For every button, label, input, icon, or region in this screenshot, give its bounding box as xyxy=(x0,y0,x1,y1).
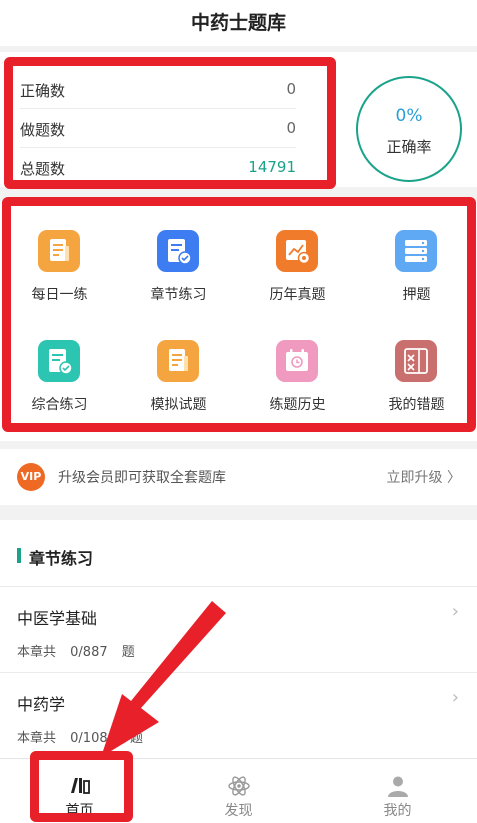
tab-discover[interactable]: 发现 xyxy=(159,759,318,823)
page-title: 中药士题库 xyxy=(190,12,286,34)
chevron-right-icon: › xyxy=(451,601,459,622)
annotation-box-home-tab xyxy=(30,751,133,822)
chapter-progress-unit: 题 xyxy=(121,645,135,660)
chapter-progress-count: 0/887 xyxy=(70,645,108,660)
profile-person-icon xyxy=(385,773,411,799)
app-header: 中药士题库 xyxy=(0,0,477,46)
chapter-progress-prefix: 本章共 xyxy=(17,645,57,660)
chapter-item[interactable]: 中医学基础 本章共 0/887 题 › xyxy=(0,586,477,673)
discover-atom-icon xyxy=(226,773,252,799)
tab-label: 发现 xyxy=(224,803,253,819)
chapter-practice-section: 章节练习 中医学基础 本章共 0/887 题 › 中药学 本章共 0/1088 … xyxy=(0,520,477,758)
annotation-box-grid xyxy=(2,197,476,432)
chapter-progress-unit: 题 xyxy=(130,731,144,746)
accuracy-circle: 0% 正确率 xyxy=(356,76,462,182)
chapter-progress: 本章共 0/1088 题 xyxy=(17,727,153,746)
upgrade-now-link[interactable]: 立即升级 〉 xyxy=(387,467,461,487)
accuracy-rate-label: 正确率 xyxy=(386,138,432,156)
section-title-text: 章节练习 xyxy=(29,549,94,568)
accuracy-rate-value: 0% xyxy=(395,106,423,126)
tab-label: 我的 xyxy=(383,803,412,819)
vip-badge-icon: VIP xyxy=(17,463,45,491)
chapter-progress-prefix: 本章共 xyxy=(17,731,57,746)
tab-profile[interactable]: 我的 xyxy=(318,759,477,823)
chapter-name: 中医学基础 xyxy=(17,609,98,628)
chapter-progress-count: 0/1088 xyxy=(70,731,116,746)
section-accent-bar xyxy=(17,548,21,563)
chapter-item[interactable]: 中药学 本章共 0/1088 题 › xyxy=(0,672,477,759)
vip-promo-text: 升级会员即可获取全套题库 xyxy=(58,470,226,486)
annotation-box-stats xyxy=(4,57,336,189)
chapter-name: 中药学 xyxy=(17,695,66,714)
vip-upgrade-bar[interactable]: VIP 升级会员即可获取全套题库 立即升级 〉 xyxy=(0,449,477,505)
chevron-right-icon: › xyxy=(451,687,459,708)
chapter-progress: 本章共 0/887 题 xyxy=(17,641,145,660)
